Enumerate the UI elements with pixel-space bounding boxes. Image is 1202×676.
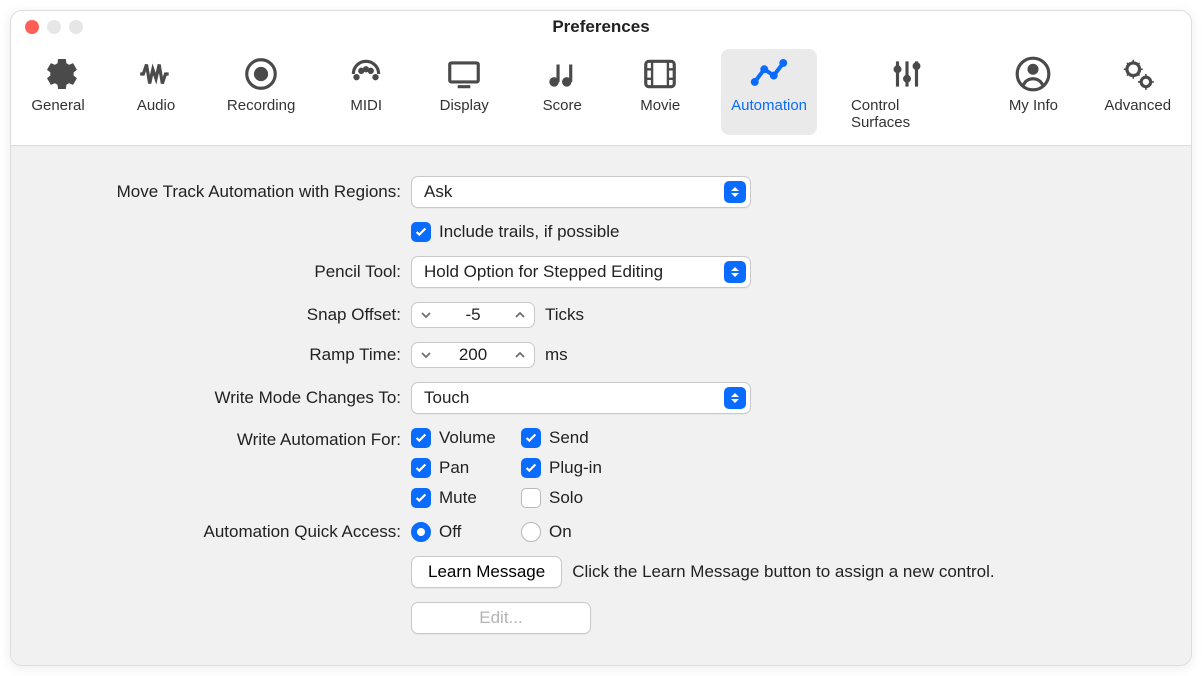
stepper-value: 200 [453, 345, 493, 365]
display-icon [445, 55, 483, 93]
tab-label: Advanced [1104, 97, 1171, 114]
chevron-down-icon[interactable] [418, 347, 434, 363]
tab-movie[interactable]: Movie [623, 49, 697, 135]
tab-label: Audio [137, 97, 175, 114]
move-track-popup[interactable]: Ask [411, 176, 751, 208]
write-pan-checkbox[interactable]: Pan [411, 458, 521, 478]
radio-unselected-icon [521, 522, 541, 542]
radio-label: On [549, 522, 572, 542]
chevron-up-icon[interactable] [512, 307, 528, 323]
popup-value: Touch [424, 388, 469, 408]
popup-value: Ask [424, 182, 452, 202]
preferences-window: Preferences General Audio Recording MIDI [10, 10, 1192, 666]
radio-selected-icon [411, 522, 431, 542]
quick-access-label: Automation Quick Access: [41, 522, 411, 542]
tab-label: Movie [640, 97, 680, 114]
tab-label: Automation [731, 97, 807, 114]
tab-control-surfaces[interactable]: Control Surfaces [841, 49, 972, 135]
tab-label: Display [440, 97, 489, 114]
checkbox-label: Pan [439, 458, 469, 478]
tab-audio[interactable]: Audio [119, 49, 193, 135]
music-notes-icon [543, 55, 581, 93]
person-icon [1014, 55, 1052, 93]
traffic-lights [25, 20, 83, 34]
minimize-button[interactable] [47, 20, 61, 34]
pencil-tool-popup[interactable]: Hold Option for Stepped Editing [411, 256, 751, 288]
popup-arrows-icon [724, 261, 746, 283]
checkbox-label: Mute [439, 488, 477, 508]
write-volume-checkbox[interactable]: Volume [411, 428, 521, 448]
popup-value: Hold Option for Stepped Editing [424, 262, 663, 282]
waveform-icon [137, 55, 175, 93]
ramp-time-label: Ramp Time: [41, 345, 411, 365]
tab-label: Score [543, 97, 582, 114]
checkbox-label: Send [549, 428, 589, 448]
checkbox-label: Volume [439, 428, 496, 448]
checkmark-icon [521, 458, 541, 478]
close-button[interactable] [25, 20, 39, 34]
checkbox-label: Include trails, if possible [439, 222, 619, 242]
tab-midi[interactable]: MIDI [329, 49, 403, 135]
snap-offset-label: Snap Offset: [41, 305, 411, 325]
tab-score[interactable]: Score [525, 49, 599, 135]
checkbox-label: Plug-in [549, 458, 602, 478]
chevron-up-icon[interactable] [512, 347, 528, 363]
tab-label: Control Surfaces [851, 97, 962, 131]
tab-display[interactable]: Display [427, 49, 501, 135]
pencil-tool-label: Pencil Tool: [41, 262, 411, 282]
sliders-icon [888, 55, 926, 93]
tab-automation[interactable]: Automation [721, 49, 817, 135]
tab-label: MIDI [350, 97, 382, 114]
write-for-label: Write Automation For: [41, 428, 411, 450]
learn-message-hint: Click the Learn Message button to assign… [572, 562, 994, 582]
tab-label: Recording [227, 97, 295, 114]
checkmark-icon [411, 488, 431, 508]
film-icon [641, 55, 679, 93]
checkmark-icon [521, 428, 541, 448]
ramp-time-stepper[interactable]: 200 [411, 342, 535, 368]
write-send-checkbox[interactable]: Send [521, 428, 671, 448]
radio-label: Off [439, 522, 461, 542]
edit-button: Edit... [411, 602, 591, 634]
popup-arrows-icon [724, 387, 746, 409]
tab-advanced[interactable]: Advanced [1094, 49, 1181, 135]
include-trails-checkbox[interactable]: Include trails, if possible [411, 222, 619, 242]
maximize-button[interactable] [69, 20, 83, 34]
chevron-down-icon[interactable] [418, 307, 434, 323]
write-solo-checkbox[interactable]: Solo [521, 488, 671, 508]
quick-access-off-radio[interactable]: Off [411, 522, 521, 542]
move-track-label: Move Track Automation with Regions: [41, 182, 411, 202]
gear-icon [39, 55, 77, 93]
write-mode-label: Write Mode Changes To: [41, 388, 411, 408]
checkbox-label: Solo [549, 488, 583, 508]
preferences-toolbar: General Audio Recording MIDI Display [11, 43, 1191, 146]
gears-icon [1119, 55, 1157, 93]
tab-recording[interactable]: Recording [217, 49, 305, 135]
write-plugin-checkbox[interactable]: Plug-in [521, 458, 671, 478]
snap-offset-unit: Ticks [545, 305, 584, 325]
window-title: Preferences [11, 17, 1191, 37]
learn-message-button[interactable]: Learn Message [411, 556, 562, 588]
quick-access-on-radio[interactable]: On [521, 522, 671, 542]
tab-label: My Info [1009, 97, 1058, 114]
checkmark-icon [411, 222, 431, 242]
tab-label: General [31, 97, 84, 114]
automation-pane: Move Track Automation with Regions: Ask … [11, 146, 1191, 665]
write-mode-popup[interactable]: Touch [411, 382, 751, 414]
checkmark-icon [411, 428, 431, 448]
tab-my-info[interactable]: My Info [996, 49, 1070, 135]
record-icon [242, 55, 280, 93]
titlebar: Preferences [11, 11, 1191, 43]
checkbox-empty-icon [521, 488, 541, 508]
tab-general[interactable]: General [21, 49, 95, 135]
popup-arrows-icon [724, 181, 746, 203]
automation-icon [750, 55, 788, 93]
midi-icon [347, 55, 385, 93]
stepper-value: -5 [453, 305, 493, 325]
checkmark-icon [411, 458, 431, 478]
snap-offset-stepper[interactable]: -5 [411, 302, 535, 328]
write-mute-checkbox[interactable]: Mute [411, 488, 521, 508]
ramp-time-unit: ms [545, 345, 568, 365]
